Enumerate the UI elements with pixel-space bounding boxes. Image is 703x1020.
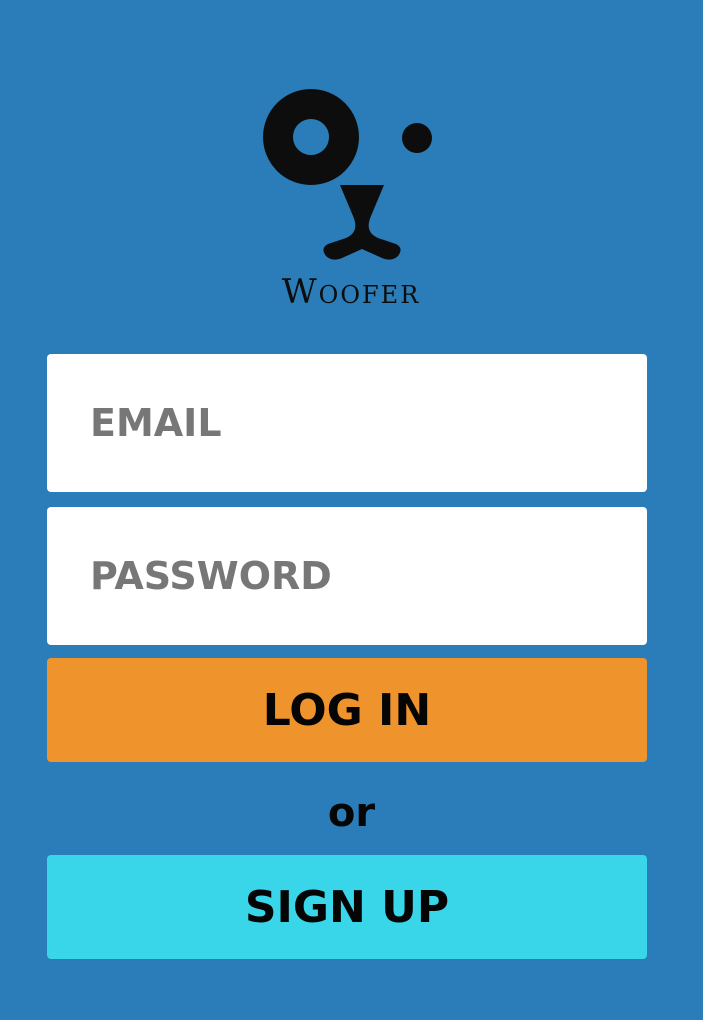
email-field[interactable] xyxy=(47,354,647,492)
email-input[interactable] xyxy=(90,401,647,445)
password-field[interactable] xyxy=(47,507,647,645)
password-input[interactable] xyxy=(90,554,647,598)
signup-button[interactable]: SIGN UP xyxy=(47,855,647,959)
or-divider-text: or xyxy=(327,790,376,836)
dog-face-icon xyxy=(263,89,432,260)
woofer-logo: Woofer xyxy=(258,86,444,316)
brand-name: Woofer xyxy=(281,272,421,312)
login-button[interactable]: LOG IN xyxy=(47,658,647,762)
